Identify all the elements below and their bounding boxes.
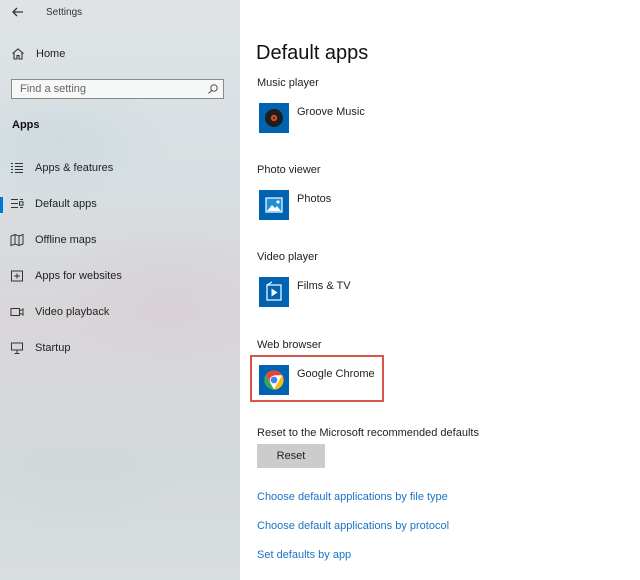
video-icon bbox=[10, 305, 24, 319]
video-player-app[interactable]: Films & TV bbox=[257, 275, 457, 313]
choose-by-file-type-link[interactable]: Choose default applications by file type bbox=[257, 491, 448, 503]
app-name: Groove Music bbox=[297, 106, 365, 118]
sidebar: Settings Home Apps Apps & features Defau… bbox=[0, 0, 240, 580]
choose-by-protocol-link[interactable]: Choose default applications by protocol bbox=[257, 520, 449, 532]
app-name: Google Chrome bbox=[297, 368, 375, 380]
category-label: Web browser bbox=[257, 339, 322, 351]
map-icon bbox=[10, 233, 24, 247]
sidebar-item-label: Apps for websites bbox=[35, 270, 122, 282]
sidebar-item-apps-features[interactable]: Apps & features bbox=[0, 157, 240, 181]
sidebar-item-label: Offline maps bbox=[35, 234, 97, 246]
web-app-icon bbox=[10, 269, 24, 283]
search-box[interactable] bbox=[11, 79, 224, 99]
sidebar-item-label: Apps & features bbox=[35, 162, 114, 174]
home-link[interactable]: Home bbox=[36, 48, 65, 60]
sidebar-item-label: Default apps bbox=[35, 198, 97, 210]
photos-icon bbox=[259, 190, 289, 220]
sidebar-item-label: Video playback bbox=[35, 306, 110, 318]
category-label: Photo viewer bbox=[257, 164, 321, 176]
category-label: Music player bbox=[257, 77, 319, 89]
app-name: Films & TV bbox=[297, 280, 351, 292]
default-apps-icon bbox=[10, 197, 24, 211]
set-defaults-by-app-link[interactable]: Set defaults by app bbox=[257, 549, 351, 561]
photo-viewer-app[interactable]: Photos bbox=[257, 188, 457, 226]
search-icon[interactable] bbox=[207, 82, 219, 94]
section-title: Apps bbox=[12, 119, 40, 131]
music-player-app[interactable]: Groove Music bbox=[257, 101, 457, 139]
sidebar-item-label: Startup bbox=[35, 342, 71, 354]
window-title: Settings bbox=[46, 7, 83, 18]
category-label: Video player bbox=[257, 251, 318, 263]
back-arrow-icon[interactable] bbox=[10, 4, 26, 20]
web-browser-app[interactable]: Google Chrome bbox=[257, 363, 457, 401]
page-title: Default apps bbox=[256, 42, 369, 64]
search-input[interactable] bbox=[12, 80, 200, 98]
sidebar-item-offline-maps[interactable]: Offline maps bbox=[0, 229, 240, 253]
reset-button[interactable]: Reset bbox=[257, 444, 325, 468]
main-content: Default apps Music player Groove Music P… bbox=[240, 0, 640, 580]
app-name: Photos bbox=[297, 193, 332, 205]
sidebar-item-apps-for-websites[interactable]: Apps for websites bbox=[0, 265, 240, 289]
sidebar-item-video-playback[interactable]: Video playback bbox=[0, 301, 240, 325]
list-icon bbox=[10, 161, 24, 175]
sidebar-item-startup[interactable]: Startup bbox=[0, 337, 240, 361]
chrome-icon bbox=[259, 365, 289, 395]
groove-music-icon bbox=[259, 103, 289, 133]
startup-icon bbox=[10, 341, 24, 355]
sidebar-item-default-apps[interactable]: Default apps bbox=[0, 193, 240, 217]
films-tv-icon bbox=[259, 277, 289, 307]
reset-label: Reset to the Microsoft recommended defau… bbox=[257, 427, 479, 439]
home-icon[interactable] bbox=[10, 46, 26, 62]
